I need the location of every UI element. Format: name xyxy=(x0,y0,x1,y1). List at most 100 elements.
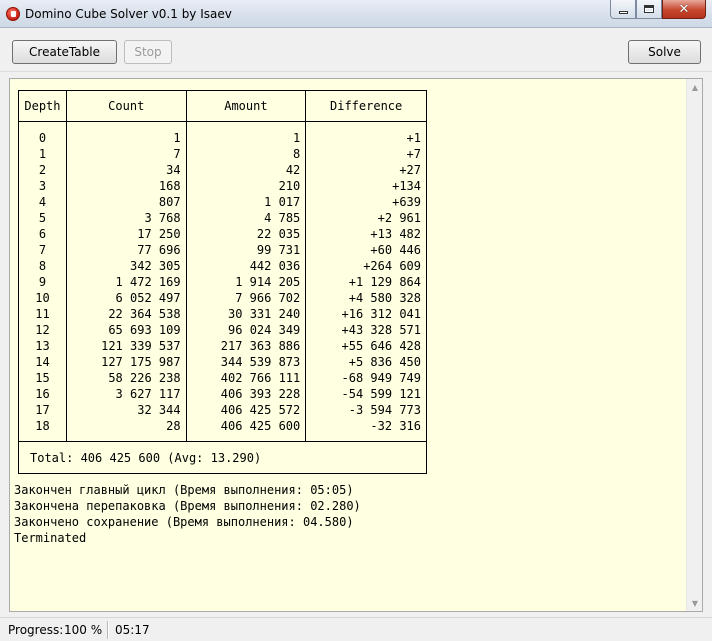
toolbar: CreateTable Stop Solve xyxy=(0,28,712,72)
depth-cell: 17 xyxy=(18,401,67,418)
header-count: Count xyxy=(65,90,187,122)
scroll-down-icon[interactable]: ▼ xyxy=(687,595,703,611)
depth-cell: 8 xyxy=(18,257,67,274)
table-row: 91 472 169 1 914 205 +1 129 864 xyxy=(18,273,427,290)
difference-cell: +264 609 xyxy=(305,257,427,274)
depth-cell: 11 xyxy=(18,305,67,322)
amount-cell: 406 393 228 xyxy=(185,385,307,402)
table-row: 8 342 305 442 036 +264 609 xyxy=(18,257,427,274)
log-line: Terminated xyxy=(14,531,87,545)
amount-cell: 402 766 111 xyxy=(185,369,307,386)
count-cell: 34 xyxy=(65,161,187,178)
count-cell: 168 xyxy=(65,177,187,194)
amount-cell: 210 xyxy=(185,177,307,194)
difference-cell: +2 961 xyxy=(305,209,427,226)
count-cell: 121 339 537 xyxy=(65,337,187,354)
header-difference: Difference xyxy=(305,90,427,122)
log-line: Закончено сохранение (Время выполнения: … xyxy=(14,515,354,529)
amount-cell: 406 425 600 xyxy=(185,417,307,434)
amount-cell: 406 425 572 xyxy=(185,401,307,418)
amount-cell: 1 017 xyxy=(185,193,307,210)
amount-cell: 96 024 349 xyxy=(185,321,307,338)
depth-cell: 13 xyxy=(18,337,67,354)
table-spacer-row xyxy=(18,121,427,130)
scroll-up-icon[interactable]: ▲ xyxy=(687,79,703,95)
depth-cell: 6 xyxy=(18,225,67,242)
difference-cell: -68 949 749 xyxy=(305,369,427,386)
table-row: 4 807 1 017 +639 xyxy=(18,193,427,210)
depth-cell: 15 xyxy=(18,369,67,386)
amount-cell: 442 036 xyxy=(185,257,307,274)
table-spacer-cell xyxy=(65,121,187,130)
difference-cell: +1 129 864 xyxy=(305,273,427,290)
amount-cell: 1 xyxy=(185,129,307,146)
status-separator xyxy=(107,621,108,639)
status-bar: Progress: 100 % 05:17 xyxy=(0,617,712,641)
table-row: 2 34 42 +27 xyxy=(18,161,427,178)
close-button[interactable]: ✕ xyxy=(662,0,706,19)
table-row: 15 58 226 238 402 766 111 -68 949 749 xyxy=(18,369,427,386)
count-cell: 127 175 987 xyxy=(65,353,187,370)
header-depth: Depth xyxy=(18,90,67,122)
count-cell: 1 xyxy=(65,129,187,146)
output-content: Depth Count Amount Difference 0 1 1 +1 1 7 8 +7… xyxy=(10,79,686,611)
difference-cell: +43 328 571 xyxy=(305,321,427,338)
vertical-scrollbar[interactable]: ▲ ▼ xyxy=(686,79,702,611)
depth-cell: 5 xyxy=(18,209,67,226)
app-icon[interactable] xyxy=(6,7,20,21)
depth-cell: 14 xyxy=(18,353,67,370)
table-row: 53 768 4 785 +2 961 xyxy=(18,209,427,226)
minimize-button[interactable] xyxy=(610,0,636,19)
count-cell: 3 627 117 xyxy=(65,385,187,402)
progress-value: 100 % xyxy=(64,623,103,637)
depth-cell: 1 xyxy=(18,145,67,162)
difference-cell: +60 446 xyxy=(305,241,427,258)
count-cell: 22 364 538 xyxy=(65,305,187,322)
table-spacer-cell xyxy=(18,433,67,442)
table-row: 0 1 1 +1 xyxy=(18,129,427,146)
table-row: 17 32 344 406 425 572 -3 594 773 xyxy=(18,401,427,418)
table-row: 18 28 406 425 600 -32 316 xyxy=(18,417,427,434)
table-spacer-cell xyxy=(185,433,307,442)
table-body: 0 1 1 +1 1 7 8 +7 2 34 42 +27 3 168 210 +134 4 807 1 017 +6… xyxy=(18,121,427,442)
count-cell: 58 226 238 xyxy=(65,369,187,386)
difference-cell: +55 646 428 xyxy=(305,337,427,354)
count-cell: 7 xyxy=(65,145,187,162)
table-row: 10 6 052 497 7 966 702 +4 580 328 xyxy=(18,289,427,306)
depth-cell: 7 xyxy=(18,241,67,258)
output-text-area[interactable]: Depth Count Amount Difference 0 1 1 +1 1 7 8 +7… xyxy=(9,78,703,612)
create-table-button[interactable]: CreateTable xyxy=(12,40,117,64)
count-cell: 77 696 xyxy=(65,241,187,258)
results-table: Depth Count Amount Difference 0 1 1 +1 1 7 8 +7… xyxy=(18,90,427,474)
solve-button[interactable]: Solve xyxy=(628,40,701,64)
amount-cell: 22 035 xyxy=(185,225,307,242)
close-icon: ✕ xyxy=(678,1,690,17)
window-title: Domino Cube Solver v0.1 by Isaev xyxy=(25,7,232,21)
difference-cell: +16 312 041 xyxy=(305,305,427,322)
elapsed-time: 05:17 xyxy=(115,623,150,637)
table-spacer-row xyxy=(18,433,427,442)
header-amount: Amount xyxy=(185,90,307,122)
count-cell: 3 768 xyxy=(65,209,187,226)
table-row: 7 77 696 99 731 +60 446 xyxy=(18,241,427,258)
difference-cell: +4 580 328 xyxy=(305,289,427,306)
title-bar: Domino Cube Solver v0.1 by Isaev ✕ xyxy=(0,0,712,28)
depth-cell: 18 xyxy=(18,417,67,434)
total-summary: Total: 406 425 600 (Avg: 13.290) xyxy=(18,441,427,474)
difference-cell: -32 316 xyxy=(305,417,427,434)
amount-cell: 30 331 240 xyxy=(185,305,307,322)
minimize-icon xyxy=(618,10,628,14)
depth-cell: 2 xyxy=(18,161,67,178)
stop-button[interactable]: Stop xyxy=(124,40,172,64)
table-row: 12 65 693 109 96 024 349 +43 328 571 xyxy=(18,321,427,338)
table-row: 14 127 175 987 344 539 873 +5 836 450 xyxy=(18,353,427,370)
count-cell: 342 305 xyxy=(65,257,187,274)
maximize-button[interactable] xyxy=(636,0,662,19)
amount-cell: 217 363 886 xyxy=(185,337,307,354)
maximize-icon xyxy=(644,5,654,13)
amount-cell: 344 539 873 xyxy=(185,353,307,370)
table-total-row: Total: 406 425 600 (Avg: 13.290) xyxy=(18,441,427,474)
log-output: Закончен главный цикл (Время выполнения:… xyxy=(14,482,361,546)
table-spacer-cell xyxy=(65,433,187,442)
table-row: 1 7 8 +7 xyxy=(18,145,427,162)
